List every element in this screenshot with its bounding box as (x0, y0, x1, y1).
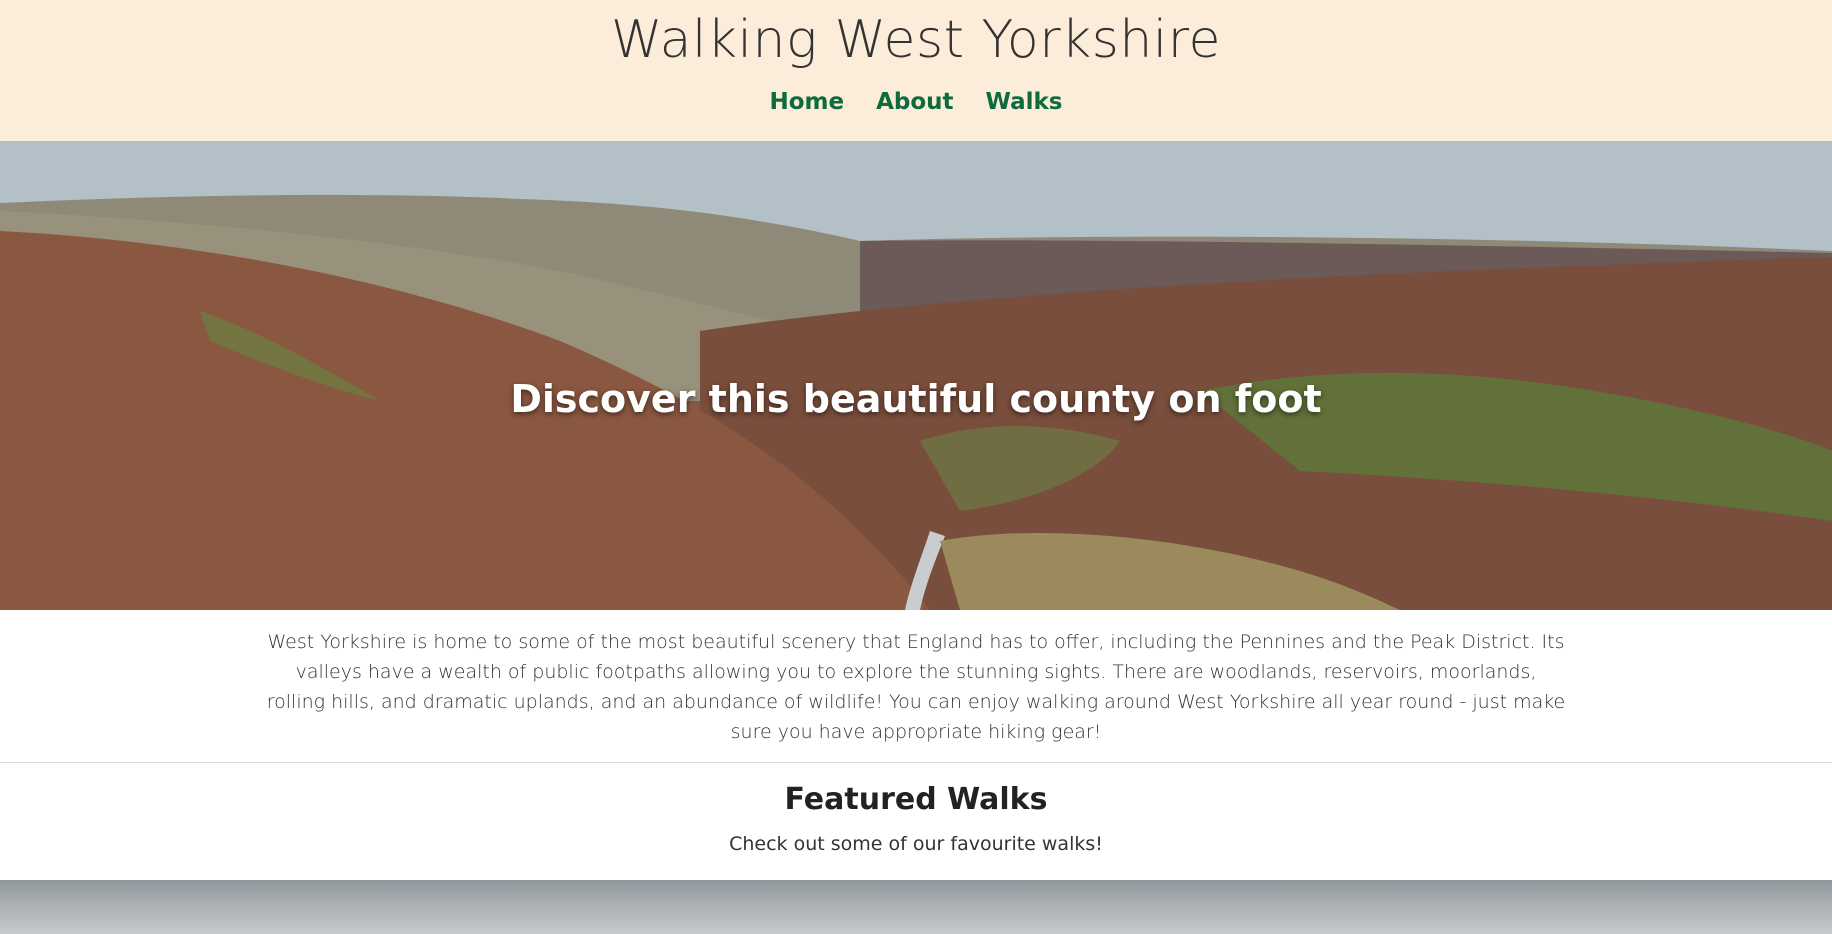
featured-walks-section: Featured Walks Check out some of our fav… (0, 763, 1832, 859)
site-title: Walking West Yorkshire (611, 10, 1221, 70)
main-nav: Home About Walks (0, 87, 1832, 117)
featured-walks-title: Featured Walks (784, 782, 1048, 817)
hero-caption: Discover this beautiful county on foot (510, 377, 1322, 421)
hero-banner: Discover this beautiful county on foot (0, 141, 1832, 610)
nav-walks-link[interactable]: Walks (986, 87, 1063, 117)
hero-landscape-image (0, 141, 1832, 610)
featured-walks-subtitle: Check out some of our favourite walks! (729, 833, 1103, 855)
nav-home-link[interactable]: Home (769, 87, 844, 117)
intro-paragraph: West Yorkshire is home to some of the mo… (266, 631, 1566, 743)
featured-walk-image[interactable] (0, 880, 1832, 934)
nav-about-link[interactable]: About (876, 87, 953, 117)
site-header: Walking West Yorkshire Home About Walks (0, 0, 1832, 141)
